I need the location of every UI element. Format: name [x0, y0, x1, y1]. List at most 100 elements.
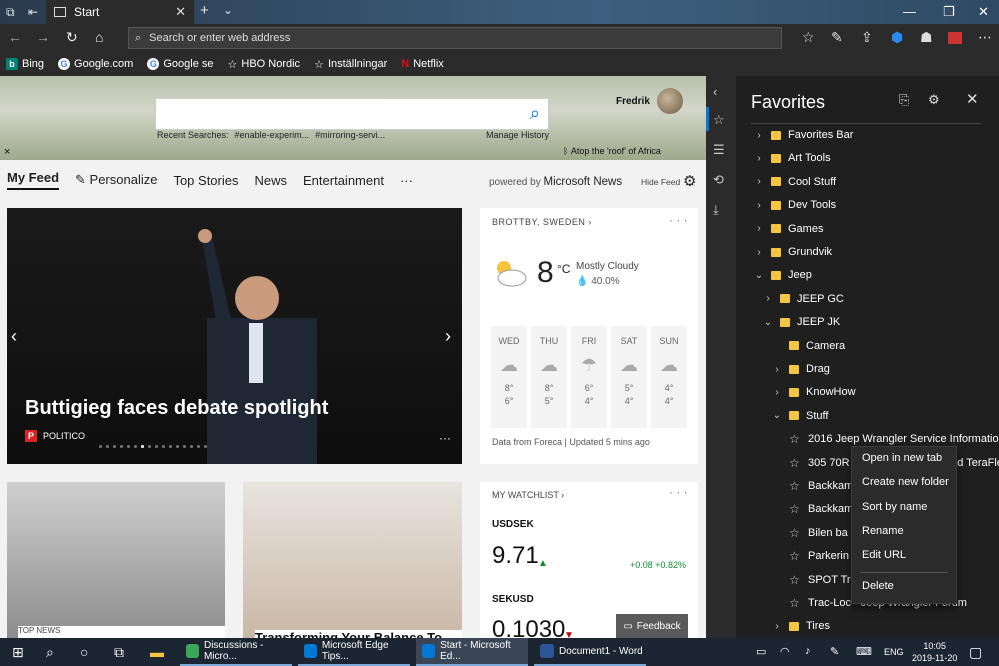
favorite-folder[interactable]: › JEEP GC: [763, 288, 844, 310]
forecast-day[interactable]: FRI ☂ 6° 4°: [571, 326, 607, 428]
carousel-dot[interactable]: [204, 445, 207, 448]
menu-rename[interactable]: Rename: [862, 525, 904, 537]
task-view-icon[interactable]: ⧉: [114, 644, 124, 661]
fav-installningar[interactable]: ☆ Inställningar: [314, 58, 387, 71]
ghost-extension-icon[interactable]: ☗: [920, 29, 933, 46]
favorite-folder[interactable]: › Favorites Bar: [754, 124, 853, 146]
taskbar-app[interactable]: Start - Microsoft Ed...: [416, 638, 528, 666]
favorites-icon[interactable]: ☆: [713, 112, 725, 128]
more-options-icon[interactable]: · · ·: [669, 213, 688, 227]
chevron-down-icon[interactable]: ⌄: [763, 317, 773, 328]
share-icon[interactable]: ⇪: [861, 29, 873, 46]
carousel-dot[interactable]: [176, 445, 179, 448]
keyboard-icon[interactable]: ⌨: [856, 645, 872, 658]
tab-actions-icon[interactable]: ⧉: [6, 5, 15, 20]
hide-feed-link[interactable]: Hide Feed: [641, 177, 680, 187]
home-icon[interactable]: ⌂: [95, 29, 103, 45]
fav-bing[interactable]: b Bing: [6, 58, 44, 70]
add-favorite-icon[interactable]: ⎘: [899, 92, 909, 108]
language[interactable]: ENG: [884, 647, 904, 657]
user-name[interactable]: Fredrik: [616, 96, 650, 107]
carousel-dot[interactable]: [113, 445, 116, 448]
favorite-folder[interactable]: › Tires: [772, 615, 830, 637]
maximize-icon[interactable]: ❐: [943, 4, 955, 20]
avatar[interactable]: [657, 88, 683, 114]
lastpass-icon[interactable]: [948, 32, 962, 44]
chevron-down-icon[interactable]: ⌄: [223, 3, 233, 17]
carousel-dot[interactable]: [169, 445, 172, 448]
tab-my-feed[interactable]: My Feed: [7, 170, 60, 190]
downloads-icon[interactable]: ⤓: [713, 202, 719, 218]
menu-sort-by-name[interactable]: Sort by name: [862, 501, 927, 513]
search-icon[interactable]: ⌕: [530, 103, 540, 124]
close-tab-icon[interactable]: ✕: [175, 4, 186, 20]
favorite-folder[interactable]: ⌄ JEEP JK: [763, 311, 840, 333]
favorite-folder[interactable]: › Drag: [772, 358, 830, 380]
menu-edit-url[interactable]: Edit URL: [862, 549, 906, 561]
favorite-folder[interactable]: › Cool Stuff: [754, 171, 836, 193]
notifications-icon[interactable]: ▢: [969, 644, 982, 661]
carousel-dot[interactable]: [99, 445, 102, 448]
fav-google-se[interactable]: G Google se: [147, 58, 214, 70]
news-card[interactable]: TOP NEWS: [7, 482, 225, 638]
favorite-folder[interactable]: › Dev Tools: [754, 194, 836, 216]
manage-history-link[interactable]: Manage History: [486, 130, 549, 140]
carousel-dot[interactable]: [155, 445, 158, 448]
favorite-folder[interactable]: › Grundvik: [754, 241, 832, 263]
address-bar[interactable]: ⌕ Search or enter web address: [128, 27, 782, 49]
forecast-day[interactable]: SAT ☁ 5° 4°: [611, 326, 647, 428]
carousel-dot[interactable]: [120, 445, 123, 448]
weather-location[interactable]: BROTTBY, SWEDEN ›: [492, 217, 592, 227]
fav-google-com[interactable]: G Google.com: [58, 58, 133, 70]
chevron-right-icon[interactable]: ›: [772, 621, 782, 632]
more-icon[interactable]: ⋯: [978, 29, 992, 46]
chevron-right-icon[interactable]: ›: [772, 364, 782, 375]
favorite-folder[interactable]: ⌄ Jeep: [754, 264, 812, 286]
gear-icon[interactable]: ⚙: [928, 92, 940, 108]
search-icon[interactable]: ⌕: [46, 644, 54, 661]
favorite-folder[interactable]: › Art Tools: [754, 147, 830, 169]
pen-icon[interactable]: ✎: [830, 645, 839, 658]
cortana-icon[interactable]: ○: [80, 644, 88, 660]
more-tabs-button[interactable]: ···: [400, 173, 413, 188]
forward-icon[interactable]: →: [36, 29, 50, 45]
set-aside-tabs-icon[interactable]: ⇤: [28, 5, 38, 19]
tab-start[interactable]: Start ✕: [46, 0, 194, 24]
favorite-folder[interactable]: Camera: [772, 335, 845, 357]
menu-create-folder[interactable]: Create new folder: [862, 476, 949, 488]
refresh-icon[interactable]: ↻: [66, 29, 78, 46]
chevron-right-icon[interactable]: ›: [754, 200, 764, 211]
battery-icon[interactable]: ▭: [756, 645, 766, 658]
more-options-icon[interactable]: ···: [439, 431, 451, 445]
chevron-right-icon[interactable]: ›: [772, 387, 782, 398]
favorites-star-icon[interactable]: ☆: [802, 29, 815, 46]
taskbar-app[interactable]: Microsoft Edge Tips...: [298, 638, 410, 666]
close-icon[interactable]: ✕: [966, 90, 979, 108]
tab-top-stories[interactable]: Top Stories: [173, 173, 238, 188]
minimize-icon[interactable]: —: [903, 4, 916, 19]
taskbar-app[interactable]: Discussions - Micro...: [180, 638, 292, 666]
carousel-dot[interactable]: [183, 445, 186, 448]
carousel-dot[interactable]: [148, 445, 151, 448]
close-window-icon[interactable]: ✕: [978, 4, 989, 20]
weather-card[interactable]: BROTTBY, SWEDEN › · · · 8 °C Mostly Clou…: [480, 208, 698, 464]
chevron-right-icon[interactable]: ›: [754, 223, 764, 234]
more-options-icon[interactable]: · · ·: [669, 485, 688, 499]
file-explorer-icon[interactable]: ▬: [150, 644, 164, 660]
fav-hbo-nordic[interactable]: ☆ HBO Nordic: [228, 58, 301, 71]
wifi-icon[interactable]: ◠: [780, 645, 790, 658]
extension-icon[interactable]: ⬢: [891, 29, 903, 46]
pen-icon[interactable]: ✎: [831, 29, 843, 46]
tab-personalize[interactable]: ✎ Personalize: [75, 172, 157, 188]
new-tab-icon[interactable]: +: [200, 2, 209, 19]
carousel-dot[interactable]: [162, 445, 165, 448]
chevron-down-icon[interactable]: ⌄: [754, 270, 764, 281]
carousel-dot[interactable]: [127, 445, 130, 448]
collapse-icon[interactable]: ‹: [713, 84, 717, 99]
chevron-right-icon[interactable]: ›: [754, 176, 764, 187]
carousel-dot[interactable]: [190, 445, 193, 448]
menu-open-new-tab[interactable]: Open in new tab: [862, 452, 942, 464]
reading-list-icon[interactable]: ☰: [713, 142, 725, 158]
carousel-dot[interactable]: [197, 445, 200, 448]
hero-news-card[interactable]: ‹ › Buttigieg faces debate spotlight P P…: [7, 208, 462, 464]
